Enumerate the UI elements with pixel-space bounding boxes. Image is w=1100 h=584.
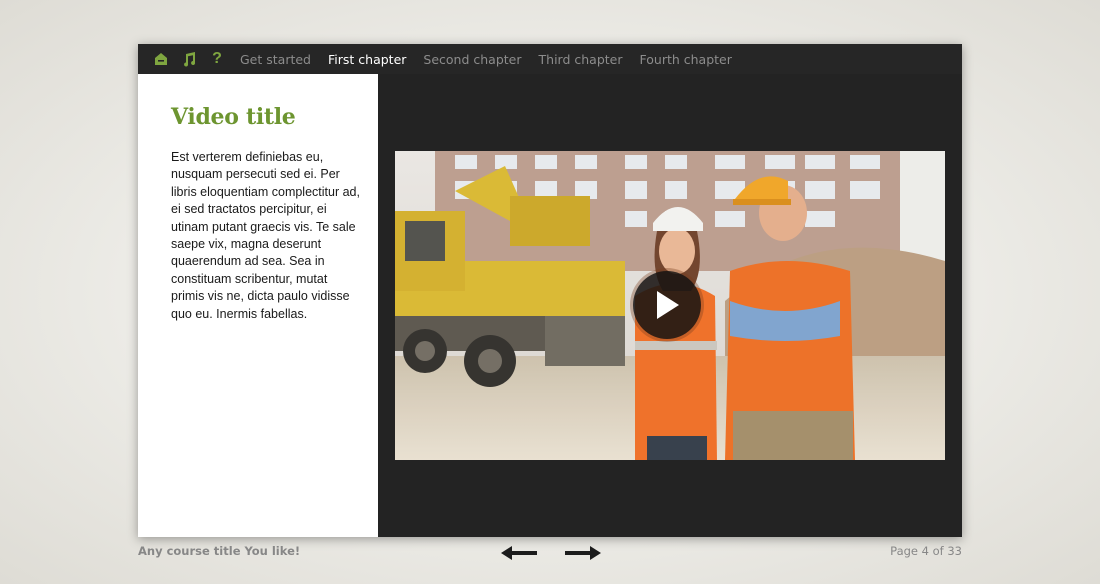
course-player: ? Get started First chapter Second chapt…: [138, 44, 962, 537]
tab-second-chapter[interactable]: Second chapter: [423, 52, 521, 67]
play-icon: [657, 291, 679, 319]
video-description: Est verterem definiebas eu, nusquam pers…: [171, 150, 360, 321]
next-page-button[interactable]: [564, 545, 602, 561]
home-icon[interactable]: [154, 51, 168, 67]
video-player[interactable]: [395, 151, 945, 460]
music-icon[interactable]: [182, 51, 196, 67]
help-icon[interactable]: ?: [210, 51, 224, 67]
tab-first-chapter[interactable]: First chapter: [328, 52, 406, 67]
tab-fourth-chapter[interactable]: Fourth chapter: [640, 52, 732, 67]
tab-get-started[interactable]: Get started: [240, 52, 311, 67]
arrow-left-icon: [501, 546, 537, 560]
page-indicator: Page 4 of 33: [890, 544, 962, 558]
tab-third-chapter[interactable]: Third chapter: [539, 52, 623, 67]
top-navigation-bar: ? Get started First chapter Second chapt…: [138, 44, 962, 74]
previous-page-button[interactable]: [500, 545, 538, 561]
toolbar-icons: ?: [154, 51, 238, 67]
chapter-navigation: Get started First chapter Second chapter…: [240, 52, 749, 67]
arrow-right-icon: [565, 546, 601, 560]
content-panel: Video title Est verterem definiebas eu, …: [138, 74, 378, 537]
play-button[interactable]: [633, 271, 701, 339]
course-title: Any course title You like!: [138, 544, 301, 558]
video-title: Video title: [171, 104, 296, 130]
